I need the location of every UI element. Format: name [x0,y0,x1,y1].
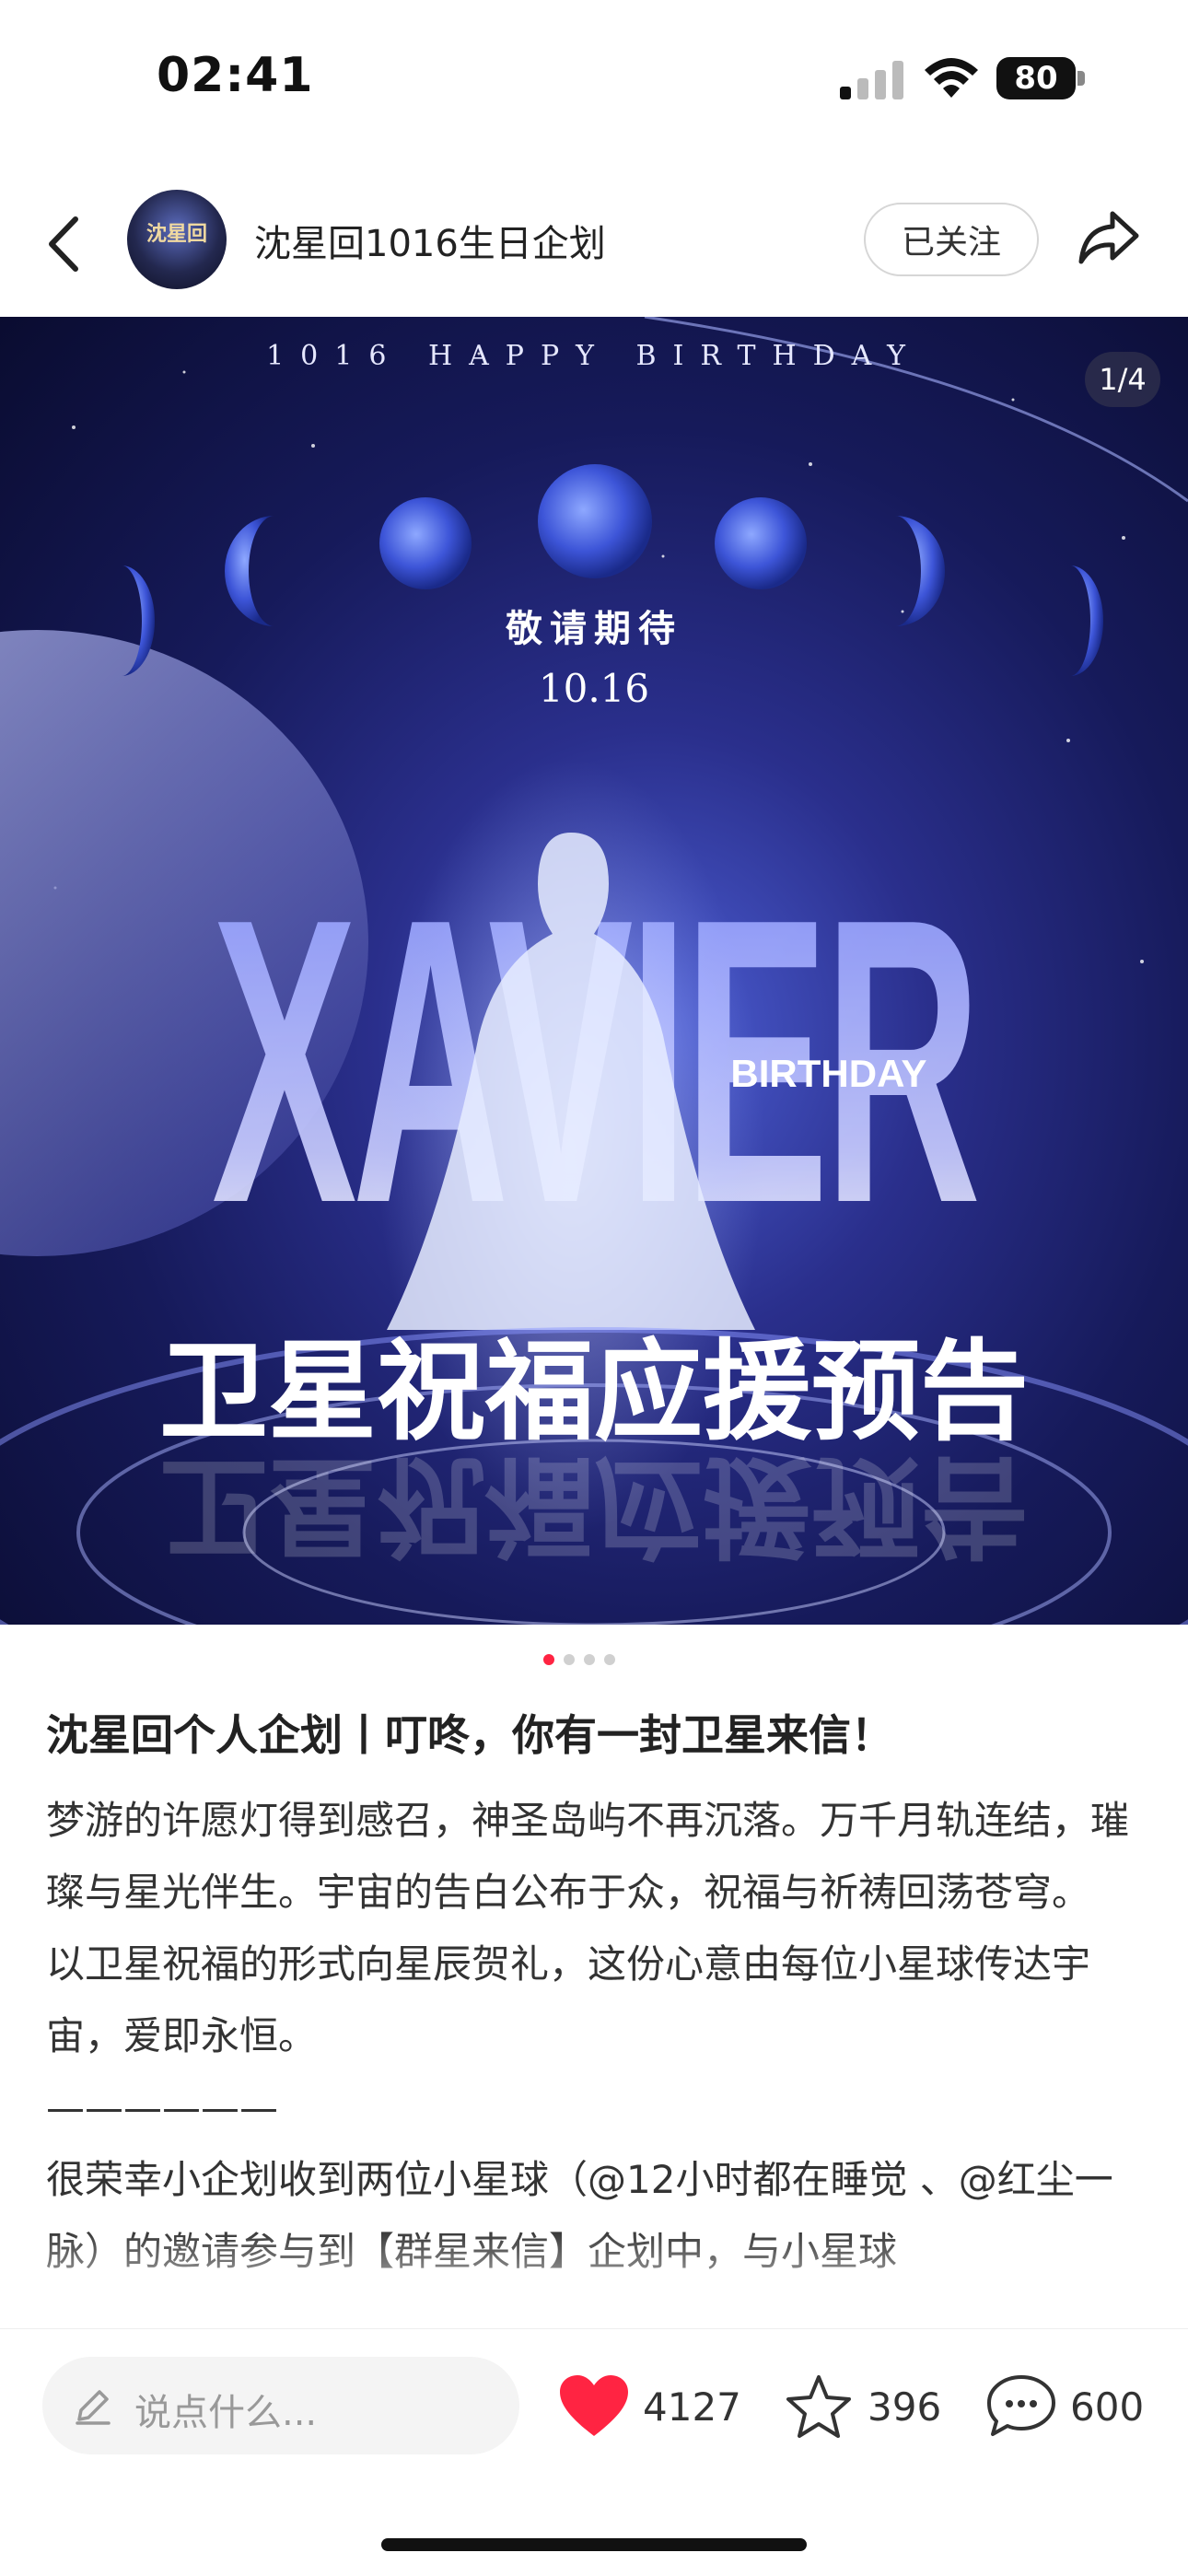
hero-banner: 卫星祝福应援预告 [159,1327,1029,1455]
status-bar: 02:41 80 [0,0,1188,161]
hero-artwork: 1016 HAPPY BIRTHDAY 敬请期待 10.16 XAVIER BI… [0,317,1188,1625]
comment-placeholder: 说点什么... [134,2392,318,2434]
pencil-icon [76,2390,111,2425]
carousel-dot-4 [604,1654,615,1665]
wifi-icon [925,58,978,98]
post-body: 梦游的许愿灯得到感召，神圣岛屿不再沉落。万千月轨连结，璀璨与星光伴生。宇宙的告白… [46,1785,1151,2288]
post-image[interactable]: 1016 HAPPY BIRTHDAY 敬请期待 10.16 XAVIER BI… [0,317,1188,1625]
battery-level: 80 [996,57,1076,99]
like-count: 4127 [643,2384,741,2430]
comment-button[interactable]: 600 [985,2370,1144,2443]
home-indicator [381,2538,807,2551]
post-paragraph: 梦游的许愿灯得到感召，神圣岛屿不再沉落。万千月轨连结，璀璨与星光伴生。宇宙的告白… [46,1798,1130,1915]
hero-birthday: BIRTHDAY [730,1052,926,1095]
follow-button[interactable]: 已关注 [864,203,1039,276]
account-name[interactable]: 沈星回1016生日企划 [254,214,606,267]
carousel-dot-2 [564,1654,575,1665]
collect-button[interactable]: 396 [783,2370,941,2443]
avatar[interactable]: 沈星回 [127,190,227,289]
post-divider: —————— [46,2085,278,2130]
hero-banner-reflection: 卫星祝福应援预告 [159,1442,1029,1570]
post-paragraph: 以卫星祝福的形式向星辰贺礼，这份心意由每位小星球传达宇宙，爱即永恒。 [46,1941,1091,2058]
like-button[interactable]: 4127 [558,2370,741,2443]
chat-bubble-icon [987,2375,1055,2436]
collect-count: 396 [868,2384,942,2430]
carousel-dots [543,1654,615,1665]
status-time: 02:41 [157,48,314,103]
star-icon [786,2375,851,2438]
heart-icon [560,2375,628,2436]
battery-icon: 80 [996,57,1085,101]
hero-subtitle: 敬请期待 [505,608,682,650]
avatar-text: 沈星回 [146,223,207,246]
hero-top-text: 1016 HAPPY BIRTHDAY [266,340,922,372]
carousel-dot-1 [543,1654,554,1665]
carousel-dot-3 [584,1654,595,1665]
hero-date: 10.16 [539,666,649,711]
content-fade [0,2229,1188,2330]
post-title: 沈星回个人企划丨叮咚，你有一封卫星来信！ [46,1710,893,1760]
comment-input[interactable]: 说点什么... [42,2357,519,2454]
back-arrow-icon[interactable] [39,212,94,276]
share-icon[interactable] [1076,204,1142,271]
image-page-indicator: 1/4 [1085,352,1160,407]
comment-count: 600 [1070,2384,1145,2430]
signal-icon [840,61,903,99]
